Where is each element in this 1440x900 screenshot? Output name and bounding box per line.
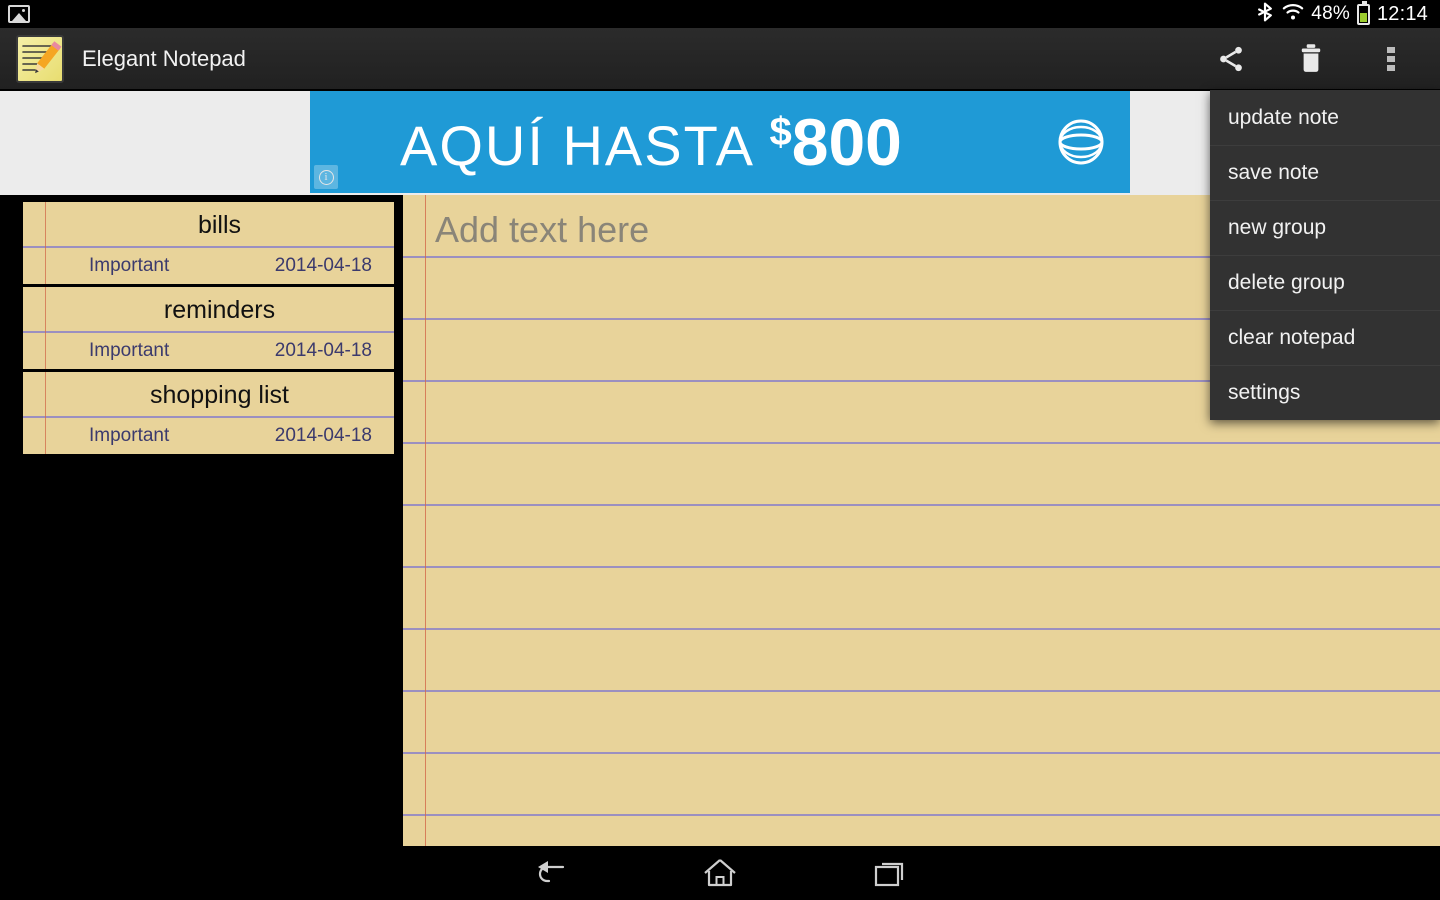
menu-item-settings[interactable]: settings (1210, 365, 1440, 420)
paper-margin-line (45, 287, 46, 369)
action-bar-buttons (1208, 36, 1440, 82)
image-icon (8, 5, 30, 23)
battery-percent-label: 48% (1311, 3, 1350, 24)
menu-item-update-note[interactable]: update note (1210, 90, 1440, 145)
wifi-icon (1282, 2, 1304, 26)
status-badge: Important (89, 425, 170, 446)
ad-amount-value: 800 (791, 105, 902, 179)
status-bar-notifications (8, 5, 30, 23)
bluetooth-icon (1255, 2, 1275, 26)
menu-item-save-note[interactable]: save note (1210, 145, 1440, 200)
note-list: bills Important 2014-04-18 reminders Imp… (20, 199, 397, 457)
share-icon[interactable] (1208, 36, 1254, 82)
ad-currency-symbol: $ (769, 110, 792, 154)
note-title: reminders (23, 287, 394, 333)
recents-icon[interactable] (860, 853, 920, 893)
navigation-bar (0, 846, 1440, 900)
note-meta: Important 2014-04-18 (23, 333, 394, 369)
ad-amount: $800 (769, 105, 901, 179)
note-date: 2014-04-18 (274, 340, 372, 361)
ad-headline: AQUÍ HASTA $800 (400, 104, 902, 180)
menu-item-new-group[interactable]: new group (1210, 200, 1440, 255)
ad-headline-text: AQUÍ HASTA (400, 114, 770, 177)
ad-info-letter: i (318, 169, 334, 185)
note-date: 2014-04-18 (274, 425, 372, 446)
android-screen: 48% 12:14 Elegant Notepad AQUÍ HASTA $80… (0, 0, 1440, 900)
status-bar-system: 48% 12:14 (1255, 0, 1428, 26)
list-item[interactable]: shopping list Important 2014-04-18 (23, 372, 394, 454)
note-meta: Important 2014-04-18 (23, 418, 394, 454)
delete-icon[interactable] (1288, 36, 1334, 82)
att-globe-icon (1058, 119, 1104, 165)
overflow-menu-icon[interactable] (1368, 36, 1414, 82)
status-badge: Important (89, 340, 170, 361)
advertisement-banner[interactable]: AQUÍ HASTA $800 i (310, 91, 1130, 193)
battery-icon (1356, 0, 1370, 25)
note-title: bills (23, 202, 394, 248)
home-icon[interactable] (690, 853, 750, 893)
back-icon[interactable] (520, 853, 580, 893)
action-bar: Elegant Notepad (0, 28, 1440, 90)
notepad-pencil-icon (16, 34, 64, 83)
paper-margin-line (425, 195, 426, 846)
status-badge: Important (89, 255, 170, 276)
paper-margin-line (45, 372, 46, 454)
overflow-menu: update note save note new group delete g… (1210, 90, 1440, 420)
menu-item-clear-notepad[interactable]: clear notepad (1210, 310, 1440, 365)
note-meta: Important 2014-04-18 (23, 248, 394, 284)
menu-item-delete-group[interactable]: delete group (1210, 255, 1440, 310)
note-text-placeholder: Add text here (435, 209, 650, 250)
ad-info-badge[interactable]: i (314, 165, 338, 189)
list-item[interactable]: reminders Important 2014-04-18 (23, 287, 394, 372)
clock-label: 12:14 (1376, 2, 1428, 25)
paper-margin-line (45, 202, 46, 284)
status-bar: 48% 12:14 (0, 0, 1440, 28)
note-date: 2014-04-18 (274, 255, 372, 276)
note-title: shopping list (23, 372, 394, 418)
page-title: Elegant Notepad (82, 45, 246, 71)
list-item[interactable]: bills Important 2014-04-18 (23, 202, 394, 287)
